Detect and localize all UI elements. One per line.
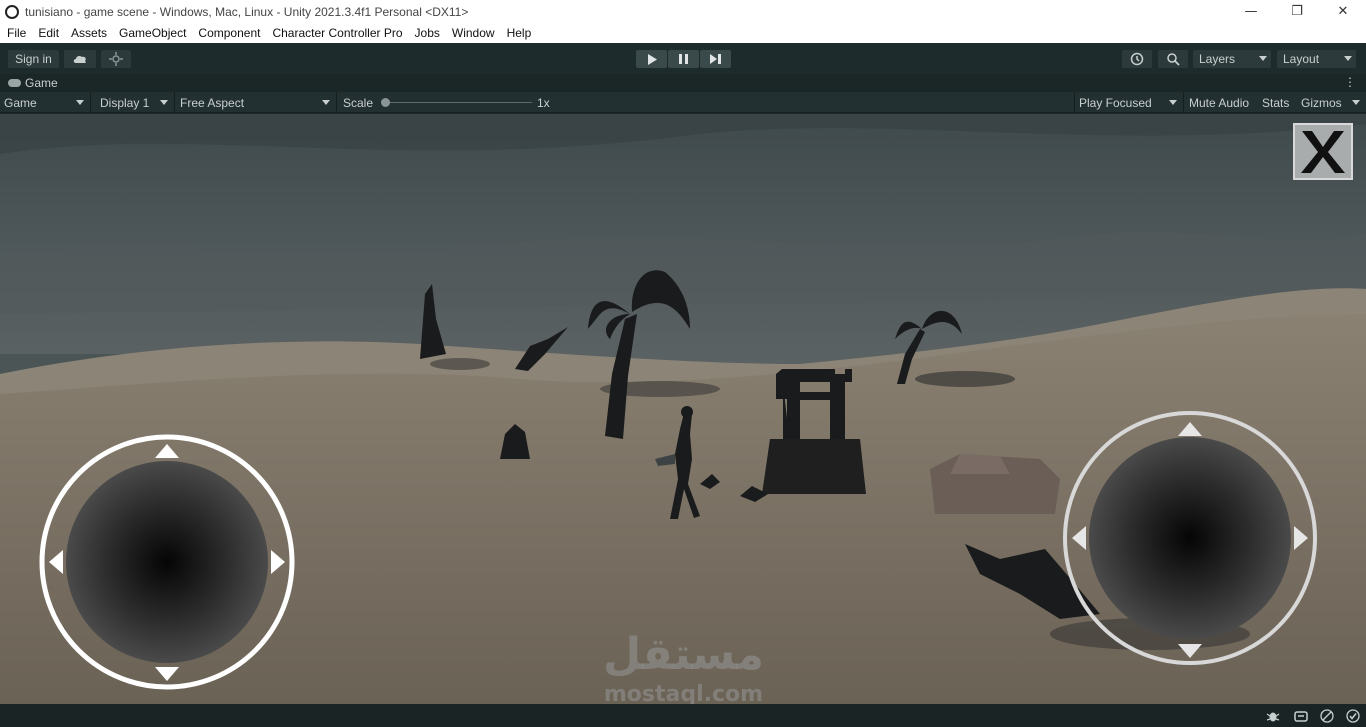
- scale-slider-handle[interactable]: [381, 98, 390, 107]
- game-mode-dropdown[interactable]: Game: [0, 92, 91, 113]
- menu-jobs[interactable]: Jobs: [410, 26, 445, 40]
- history-icon[interactable]: [1122, 50, 1152, 68]
- layers-dropdown[interactable]: Layers: [1193, 50, 1271, 68]
- left-joystick[interactable]: [39, 434, 295, 690]
- window-controls: — ❐ ✕: [1228, 0, 1366, 23]
- scale-slider-track[interactable]: [386, 102, 532, 103]
- gizmos-label: Gizmos: [1301, 95, 1342, 110]
- menu-window[interactable]: Window: [447, 26, 500, 40]
- game-tab-bar: Game ⋮: [0, 74, 1366, 92]
- aspect-label: Free Aspect: [180, 95, 245, 110]
- gamepad-icon: [8, 79, 21, 87]
- minimize-button[interactable]: —: [1228, 0, 1274, 23]
- gizmos-dropdown[interactable]: Gizmos: [1297, 92, 1366, 113]
- tab-game[interactable]: Game: [8, 76, 58, 90]
- stats-toggle[interactable]: Stats: [1262, 92, 1289, 113]
- layout-dropdown[interactable]: Layout: [1277, 50, 1356, 68]
- chevron-down-icon: [1169, 100, 1177, 105]
- menu-file[interactable]: File: [2, 26, 31, 40]
- scale-value: 1x: [537, 95, 550, 110]
- menu-edit[interactable]: Edit: [33, 26, 64, 40]
- more-options-icon[interactable]: ⋮: [1344, 75, 1356, 89]
- layout-label: Layout: [1283, 52, 1320, 66]
- check-icon[interactable]: [1346, 709, 1360, 723]
- play-focused-label: Play Focused: [1079, 95, 1152, 110]
- menu-gameobject[interactable]: GameObject: [114, 26, 191, 40]
- chevron-down-icon: [322, 100, 330, 105]
- watermark: مستقل mostaql.com: [596, 629, 771, 705]
- menu-assets[interactable]: Assets: [66, 26, 112, 40]
- chevron-down-icon: [76, 100, 84, 105]
- tab-game-label: Game: [25, 76, 58, 90]
- scale-label: Scale: [343, 95, 374, 110]
- chevron-down-icon: [1259, 56, 1267, 61]
- menu-component[interactable]: Component: [193, 26, 265, 40]
- status-bar: [0, 704, 1366, 727]
- pause-button[interactable]: [668, 50, 699, 68]
- watermark-arabic: مستقل: [603, 629, 764, 680]
- chevron-down-icon: [1344, 56, 1352, 61]
- window-title: tunisiano - game scene - Windows, Mac, L…: [25, 4, 469, 19]
- game-scene: [0, 114, 1366, 704]
- maximize-button[interactable]: ❐: [1274, 0, 1320, 23]
- cache-icon[interactable]: [1294, 709, 1308, 723]
- network-icon[interactable]: [1320, 709, 1334, 723]
- play-focused-dropdown[interactable]: Play Focused: [1074, 92, 1184, 113]
- play-icon: [647, 53, 657, 65]
- search-icon[interactable]: [1158, 50, 1188, 68]
- game-view-controls: Game Display 1 Free Aspect Scale 1x Play…: [0, 92, 1366, 113]
- chevron-down-icon: [160, 100, 168, 105]
- pause-icon: [679, 54, 688, 64]
- close-game-button[interactable]: [1293, 123, 1353, 180]
- display-dropdown[interactable]: Display 1: [96, 92, 175, 113]
- display-label: Display 1: [100, 95, 150, 110]
- menu-character-controller-pro[interactable]: Character Controller Pro: [267, 26, 407, 40]
- play-button[interactable]: [636, 50, 667, 68]
- game-mode-label: Game: [4, 95, 37, 110]
- mute-audio-toggle[interactable]: Mute Audio: [1189, 92, 1249, 113]
- step-icon: [710, 54, 721, 64]
- cloud-icon[interactable]: [64, 50, 96, 68]
- watermark-url: mostaql.com: [603, 682, 764, 704]
- right-joystick[interactable]: [1063, 411, 1317, 665]
- step-button[interactable]: [700, 50, 731, 68]
- menu-bar: File Edit Assets GameObject Component Ch…: [0, 23, 1366, 43]
- collab-icon[interactable]: [101, 50, 131, 68]
- menu-help[interactable]: Help: [502, 26, 537, 40]
- aspect-dropdown[interactable]: Free Aspect: [176, 92, 337, 113]
- main-toolbar: Sign in Layers Layout: [0, 44, 1366, 74]
- layers-label: Layers: [1199, 52, 1236, 66]
- close-window-button[interactable]: ✕: [1320, 0, 1366, 23]
- game-viewport[interactable]: مستقل mostaql.com: [0, 114, 1366, 704]
- close-icon: [1301, 130, 1345, 173]
- chevron-down-icon: [1352, 100, 1360, 105]
- window-titlebar: tunisiano - game scene - Windows, Mac, L…: [0, 0, 1366, 23]
- bug-icon[interactable]: [1266, 709, 1280, 723]
- unity-logo-icon: [5, 4, 19, 19]
- sign-in-button[interactable]: Sign in: [8, 50, 59, 68]
